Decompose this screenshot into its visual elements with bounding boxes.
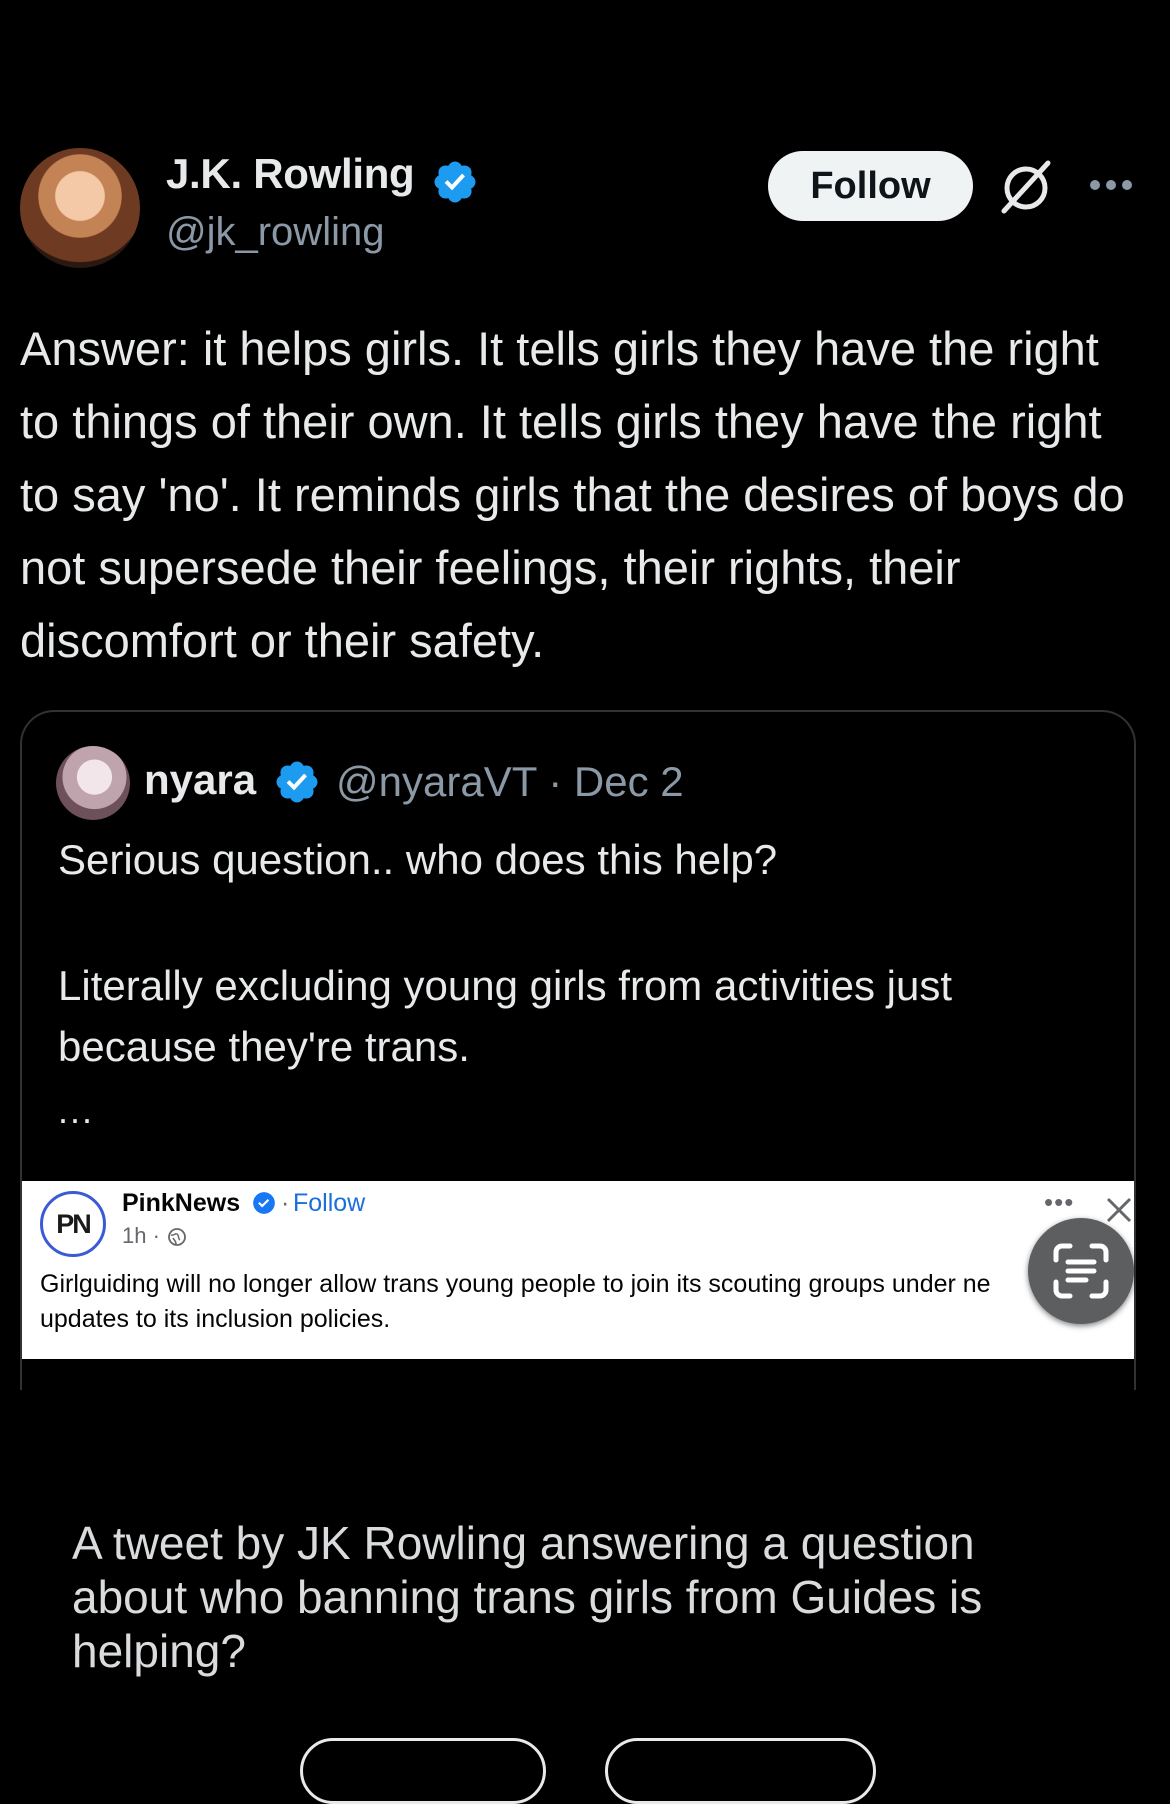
author-handle[interactable]: @jk_rowling	[166, 210, 384, 255]
embed-separator: ·	[281, 1189, 290, 1217]
embed-body-line2: updates to its inclusion policies.	[40, 1305, 391, 1333]
author-name[interactable]: J.K. Rowling	[166, 150, 415, 198]
quoted-author-avatar[interactable]	[56, 746, 130, 820]
more-options-icon[interactable]	[1088, 170, 1134, 200]
text-scan-icon	[1053, 1243, 1109, 1299]
embed-body-text: Girlguiding will no longer allow trans y…	[40, 1267, 1134, 1337]
verified-badge-icon	[434, 161, 476, 203]
text-scan-button[interactable]	[1028, 1218, 1134, 1324]
tweet-text: Answer: it helps girls. It tells girls t…	[20, 322, 1125, 667]
quoted-text-line2: Literally excluding young girls from act…	[58, 962, 953, 1070]
grok-icon[interactable]	[996, 157, 1056, 217]
globe-icon	[168, 1228, 186, 1246]
embed-more-icon: •••	[1044, 1187, 1075, 1217]
embed-body-line1: Girlguiding will no longer allow trans y…	[40, 1270, 991, 1298]
embed-time: 1h ·	[122, 1223, 160, 1248]
bottom-action-button-2[interactable]	[605, 1738, 876, 1804]
quoted-text-line1: Serious question.. who does this help?	[58, 836, 778, 883]
close-icon	[1106, 1197, 1132, 1223]
image-caption: A tweet by JK Rowling answering a questi…	[72, 1517, 983, 1677]
embedded-screenshot[interactable]: PN PinkNews · Follow 1h · ••• Girlguidin…	[22, 1181, 1134, 1359]
bottom-action-button-1[interactable]	[300, 1738, 546, 1804]
embed-follow-link: Follow	[293, 1189, 366, 1217]
quoted-handle-date: @nyaraVT · Dec 2	[336, 758, 684, 805]
verified-badge-icon	[276, 761, 318, 803]
verified-badge-icon	[253, 1192, 275, 1214]
quoted-text-ellipsis: ...	[58, 1090, 95, 1131]
pinknews-logo: PN	[40, 1191, 106, 1257]
quoted-author-name[interactable]: nyara	[144, 756, 256, 804]
author-avatar[interactable]	[20, 148, 140, 268]
follow-button[interactable]: Follow	[768, 151, 973, 221]
embed-source-name: PinkNews	[122, 1189, 241, 1217]
